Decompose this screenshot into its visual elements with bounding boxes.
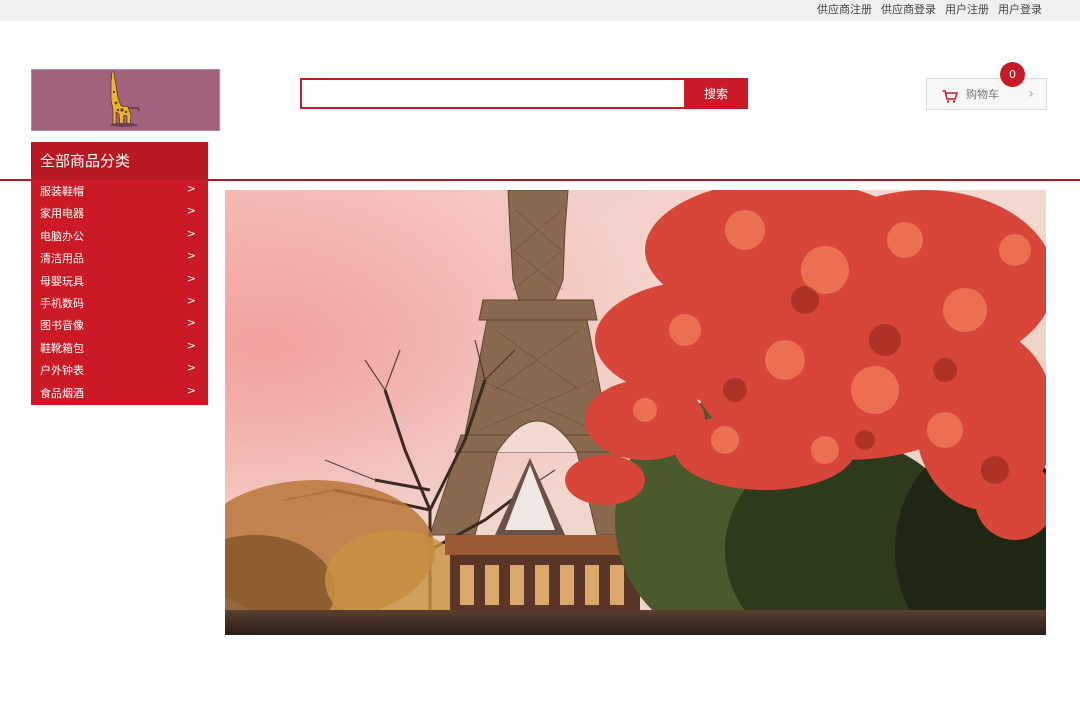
category-label: 图书音像 xyxy=(40,319,84,333)
category-label: 清洁用品 xyxy=(40,252,84,266)
category-item-cleaning[interactable]: 清洁用品 > xyxy=(31,248,208,270)
shopping-cart-icon xyxy=(942,88,959,107)
giraffe-logo-icon xyxy=(110,71,140,127)
category-label: 电脑办公 xyxy=(40,229,84,243)
category-label: 鞋靴箱包 xyxy=(40,341,84,355)
user-login-link[interactable]: 用户登录 xyxy=(998,3,1042,17)
cart-count-badge: 0 xyxy=(1000,62,1025,87)
banner-image xyxy=(225,190,1046,635)
category-item-food[interactable]: 食品烟酒 > xyxy=(31,383,208,405)
chevron-right-icon: > xyxy=(186,383,196,397)
chevron-right-icon: > xyxy=(186,182,196,195)
category-label: 服装鞋帽 xyxy=(40,185,84,198)
chevron-right-icon: > xyxy=(186,361,196,375)
category-item-appliances[interactable]: 家用电器 > xyxy=(31,203,208,225)
category-item-computers[interactable]: 电脑办公 > xyxy=(31,226,208,248)
chevron-right-icon: > xyxy=(186,338,196,352)
search-button[interactable]: 搜索 xyxy=(684,78,748,109)
chevron-right-icon: > xyxy=(186,249,196,263)
category-label: 食品烟酒 xyxy=(40,386,84,400)
chevron-right-icon: > xyxy=(186,271,196,285)
search-bar: 搜索 xyxy=(300,78,748,109)
search-input[interactable] xyxy=(302,80,684,107)
chevron-right-icon: > xyxy=(186,226,196,240)
category-item-clothing[interactable]: 服装鞋帽 > xyxy=(31,181,208,203)
top-bar: 供应商注册 供应商登录 用户注册 用户登录 xyxy=(0,0,1080,21)
category-label: 手机数码 xyxy=(40,296,84,310)
user-register-link[interactable]: 用户注册 xyxy=(945,3,989,17)
category-label: 母婴玩具 xyxy=(40,274,84,288)
hero-banner[interactable] xyxy=(225,190,1046,635)
cart-label: 购物车 xyxy=(966,88,999,101)
category-item-baby-toys[interactable]: 母婴玩具 > xyxy=(31,271,208,293)
top-links: 供应商注册 供应商登录 用户注册 用户登录 xyxy=(817,3,1042,17)
category-label: 户外钟表 xyxy=(40,364,84,378)
chevron-right-icon: > xyxy=(186,204,196,218)
cart-button[interactable]: 购物车 › xyxy=(926,78,1047,110)
category-item-outdoor[interactable]: 户外钟表 > xyxy=(31,360,208,382)
supplier-register-link[interactable]: 供应商注册 xyxy=(817,3,872,17)
category-item-books[interactable]: 图书音像 > xyxy=(31,315,208,337)
category-list: 服装鞋帽 > 家用电器 > 电脑办公 > 清洁用品 > 母婴玩具 > 手机数码 > 图书音像… xyxy=(31,180,208,405)
category-label: 家用电器 xyxy=(40,207,84,221)
site-logo[interactable] xyxy=(31,69,220,131)
category-item-phones[interactable]: 手机数码 > xyxy=(31,293,208,315)
category-header: 全部商品分类 xyxy=(31,142,208,180)
supplier-login-link[interactable]: 供应商登录 xyxy=(881,3,936,17)
chevron-right-icon: › xyxy=(1028,86,1034,102)
chevron-right-icon: > xyxy=(186,293,196,307)
chevron-right-icon: > xyxy=(186,316,196,330)
category-item-bags[interactable]: 鞋靴箱包 > xyxy=(31,338,208,360)
